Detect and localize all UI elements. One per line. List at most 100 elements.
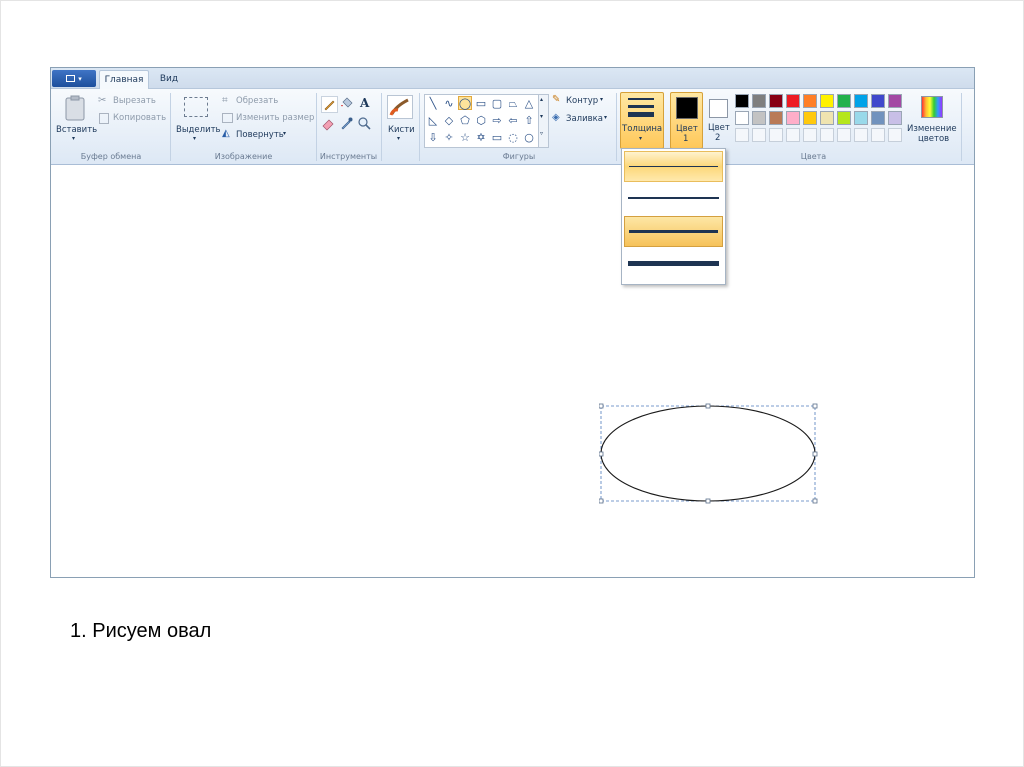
palette-swatch[interactable] [803, 94, 817, 108]
palette-swatch-empty[interactable] [735, 128, 749, 142]
palette-swatch[interactable] [854, 111, 868, 125]
palette-swatch-empty[interactable] [803, 128, 817, 142]
palette-swatch-empty[interactable] [820, 128, 834, 142]
group-separator [381, 93, 382, 161]
rotate-button[interactable]: ◭ Повернуть ▾ [221, 128, 301, 142]
size-option-1[interactable] [624, 151, 723, 182]
polygon-shape-icon[interactable]: ⏢ [506, 96, 520, 110]
color2-button[interactable]: Цвет 2 [704, 92, 732, 147]
palette-swatch-empty[interactable] [769, 128, 783, 142]
arrow-right-shape-icon[interactable]: ⇨ [490, 113, 504, 127]
paste-label: Вставить [56, 125, 98, 135]
fill-tool[interactable] [339, 96, 354, 111]
palette-swatch[interactable] [854, 94, 868, 108]
rainbow-icon [921, 96, 943, 118]
group-separator [961, 93, 962, 161]
select-button[interactable]: Выделить ▾ [174, 93, 221, 149]
size-option-3[interactable] [624, 216, 723, 247]
oval-shape-icon[interactable]: ◯ [458, 96, 472, 110]
palette-swatch-empty[interactable] [854, 128, 868, 142]
crop-button[interactable]: ⌗ Обрезать [221, 95, 301, 108]
resize-button[interactable]: Изменить размер [221, 112, 316, 125]
palette-swatch[interactable] [820, 111, 834, 125]
palette-swatch-empty[interactable] [752, 128, 766, 142]
fill-button[interactable]: ◈ Заливка ▾ [552, 112, 612, 126]
size-option-4[interactable] [624, 249, 723, 280]
rounded-rectangle-shape-icon[interactable]: ▢ [490, 96, 504, 110]
crop-icon: ⌗ [222, 95, 228, 106]
arrow-left-shape-icon[interactable]: ⇦ [506, 113, 520, 127]
palette-swatch-empty[interactable] [837, 128, 851, 142]
palette-swatch[interactable] [752, 94, 766, 108]
color1-button[interactable]: Цвет 1 [670, 92, 703, 149]
palette-swatch-empty[interactable] [871, 128, 885, 142]
drawing-canvas[interactable] [51, 165, 974, 577]
clipboard-icon [65, 95, 85, 121]
callout-cloud-shape-icon[interactable]: ○ [522, 130, 536, 144]
callout-rectangle-shape-icon[interactable]: ▭ [490, 130, 504, 144]
text-tool[interactable]: A [357, 96, 372, 111]
paste-button[interactable]: Вставить ▾ [55, 93, 98, 149]
palette-swatch[interactable] [820, 94, 834, 108]
six-point-star-shape-icon[interactable]: ✡ [474, 130, 488, 144]
resize-handles[interactable] [599, 403, 818, 504]
color-picker-tool[interactable] [339, 116, 354, 131]
palette-swatch[interactable] [803, 111, 817, 125]
palette-swatch-empty[interactable] [888, 128, 902, 142]
rotate-label: Повернуть [236, 130, 284, 140]
bucket-icon [341, 97, 353, 108]
curve-shape-icon[interactable]: ∿ [442, 96, 456, 110]
resize-label: Изменить размер [236, 113, 315, 123]
palette-swatch[interactable] [786, 94, 800, 108]
chevron-down-icon: ▾ [397, 135, 401, 142]
palette-swatch[interactable] [837, 94, 851, 108]
magnifier-tool[interactable] [357, 116, 372, 131]
color1-label: Цвет [676, 124, 698, 134]
five-point-star-shape-icon[interactable]: ☆ [458, 130, 472, 144]
palette-swatch[interactable] [769, 94, 783, 108]
hexagon-shape-icon[interactable]: ⬡ [474, 113, 488, 127]
chevron-down-icon: ▾ [72, 135, 76, 142]
diamond-shape-icon[interactable]: ◇ [442, 113, 456, 127]
eraser-tool[interactable] [321, 116, 336, 131]
palette-swatch[interactable] [888, 94, 902, 108]
text-icon: A [360, 96, 370, 110]
cut-button[interactable]: ✂ Вырезать [98, 95, 168, 108]
size-button[interactable]: Толщина ▾ [620, 92, 664, 149]
select-label: Выделить [176, 125, 221, 135]
right-triangle-shape-icon[interactable]: ◺ [426, 113, 440, 127]
palette-swatch[interactable] [786, 111, 800, 125]
arrow-up-shape-icon[interactable]: ⇧ [522, 113, 536, 127]
outline-button[interactable]: ✎ Контур ▾ [552, 94, 612, 108]
palette-swatch[interactable] [769, 111, 783, 125]
palette-swatch[interactable] [888, 111, 902, 125]
arrow-down-shape-icon[interactable]: ⇩ [426, 130, 440, 144]
palette-swatch[interactable] [837, 111, 851, 125]
size-option-2[interactable] [624, 184, 723, 215]
chevron-down-icon: ▾ [600, 96, 604, 103]
outline-label: Контур [566, 96, 599, 106]
paint-menu-button[interactable]: ▾ [52, 70, 96, 87]
four-point-star-shape-icon[interactable]: ✧ [442, 130, 456, 144]
palette-swatch[interactable] [871, 94, 885, 108]
tab-view[interactable]: Вид [151, 70, 187, 88]
edit-colors-button[interactable]: Изменение цветов [906, 92, 958, 147]
shapes-scroll[interactable]: ▴ ▾ ▿ [538, 94, 549, 148]
chevron-down-icon: ▾ [540, 113, 544, 120]
palette-swatch-empty[interactable] [786, 128, 800, 142]
copy-button[interactable]: Копировать [98, 112, 168, 125]
palette-swatch[interactable] [735, 111, 749, 125]
brushes-button[interactable]: Кисти ▾ [385, 93, 415, 149]
palette-swatch[interactable] [735, 94, 749, 108]
callout-oval-shape-icon[interactable]: ◌ [506, 130, 520, 144]
triangle-shape-icon[interactable]: △ [522, 96, 536, 110]
palette-swatch[interactable] [752, 111, 766, 125]
pentagon-shape-icon[interactable]: ⬠ [458, 113, 472, 127]
tab-home[interactable]: Главная [99, 70, 149, 89]
line-shape-icon[interactable]: ╲ [426, 96, 440, 110]
brushes-label: Кисти [388, 125, 415, 135]
pencil-tool[interactable] [321, 96, 338, 113]
oval-shape[interactable] [599, 403, 819, 507]
palette-swatch[interactable] [871, 111, 885, 125]
rectangle-shape-icon[interactable]: ▭ [474, 96, 488, 110]
